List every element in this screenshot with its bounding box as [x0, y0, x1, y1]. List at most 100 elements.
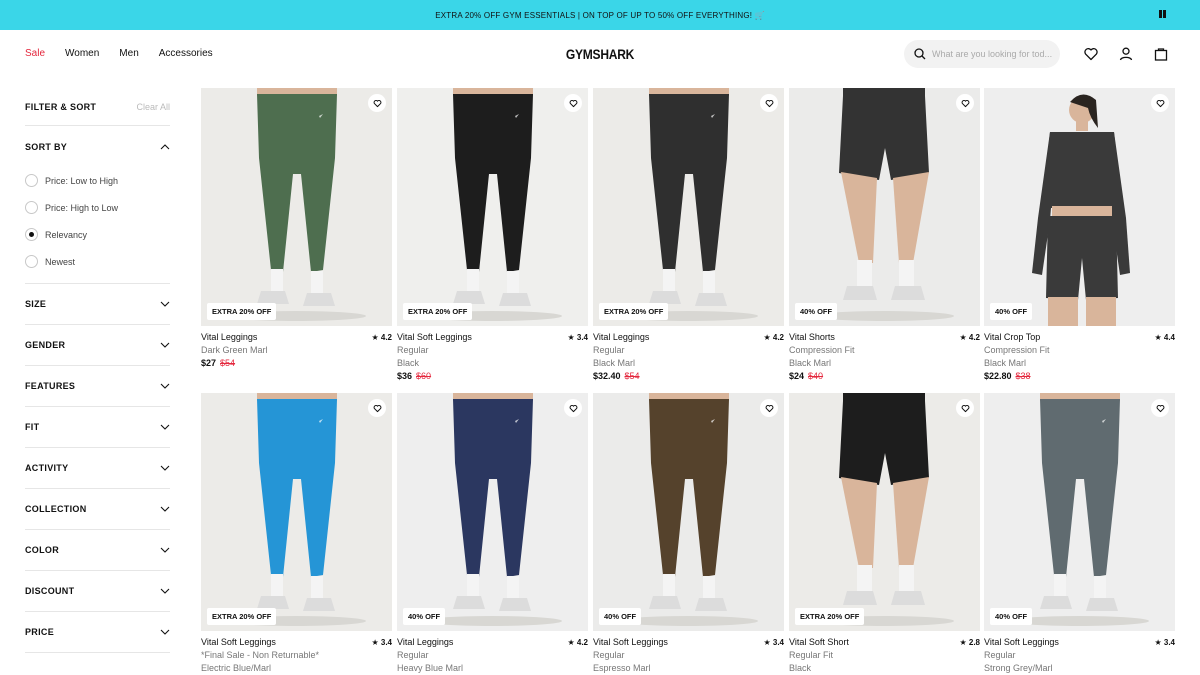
product-rating: ★ 3.4 [1154, 638, 1175, 647]
account-icon[interactable] [1118, 46, 1134, 62]
filter-label: DISCOUNT [25, 586, 75, 596]
wishlist-heart-icon[interactable] [760, 94, 778, 112]
filter-label: PRICE [25, 627, 55, 637]
site-header: Sale Women Men Accessories GYMSHARK [0, 30, 1200, 78]
clear-all-button[interactable]: Clear All [136, 102, 170, 112]
product-info: Vital Soft Leggings ★ 3.4 Regular Espresso … [593, 631, 784, 675]
product-image[interactable]: 40% OFF [789, 88, 980, 326]
product-name[interactable]: Vital Shorts [789, 331, 835, 344]
product-name[interactable]: Vital Soft Short [789, 636, 849, 649]
sort-options: Price: Low to High Price: High to Low Rele… [25, 167, 170, 275]
product-image-illustration [984, 88, 1175, 326]
product-card[interactable]: EXTRA 20% OFF Vital Soft Leggings ★ 3.4 Reg… [397, 88, 588, 383]
filter-color[interactable]: COLOR [25, 530, 170, 571]
bag-icon[interactable] [1153, 46, 1169, 62]
product-name[interactable]: Vital Leggings [201, 331, 257, 344]
product-image[interactable]: EXTRA 20% OFF [201, 88, 392, 326]
product-price: $36 $60 [397, 370, 588, 383]
product-rating: ★ 3.4 [567, 333, 588, 342]
product-image[interactable]: 40% OFF [984, 393, 1175, 631]
sort-option-label: Price: High to Low [45, 202, 119, 213]
sort-option[interactable]: Price: Low to High [25, 167, 170, 194]
wishlist-heart-icon[interactable] [1151, 94, 1169, 112]
filter-label: FEATURES [25, 381, 76, 391]
wishlist-heart-icon[interactable] [1151, 399, 1169, 417]
product-name[interactable]: Vital Leggings [593, 331, 649, 344]
filter-features[interactable]: FEATURES [25, 366, 170, 407]
filter-fit[interactable]: FIT [25, 407, 170, 448]
product-card[interactable]: EXTRA 20% OFF Vital Leggings ★ 4.2 Dark Gre… [201, 88, 392, 370]
product-color: Black [397, 358, 420, 368]
product-card[interactable]: 40% OFF Vital Leggings ★ 4.2 Regular Heavy B… [397, 393, 588, 675]
sale-price: $36 [397, 371, 413, 381]
product-info: Vital Soft Leggings ★ 3.4 Regular Strong Gr… [984, 631, 1175, 675]
radio-button[interactable] [25, 228, 38, 241]
nav-sale[interactable]: Sale [25, 48, 45, 59]
product-image-illustration [201, 393, 392, 631]
product-rating: ★ 4.2 [567, 638, 588, 647]
product-card[interactable]: EXTRA 20% OFF Vital Soft Leggings ★ 3.4 *Fi… [201, 393, 392, 675]
radio-button[interactable] [25, 255, 38, 268]
product-card[interactable]: EXTRA 20% OFF Vital Soft Short ★ 2.8 Regula… [789, 393, 980, 675]
product-name[interactable]: Vital Soft Leggings [984, 636, 1059, 649]
filter-size[interactable]: SIZE [25, 284, 170, 325]
product-card[interactable]: 40% OFF Vital Soft Leggings ★ 3.4 Regular Es… [593, 393, 784, 675]
product-rating: ★ 3.4 [371, 638, 392, 647]
filter-label: SIZE [25, 299, 47, 309]
product-image-illustration [397, 88, 588, 326]
product-name[interactable]: Vital Soft Leggings [201, 636, 276, 649]
filter-label: FIT [25, 422, 40, 432]
filter-collection[interactable]: COLLECTION [25, 489, 170, 530]
product-info: Vital Leggings ★ 4.2 Dark Green Marl $27 $54 [201, 326, 392, 370]
product-image[interactable]: 40% OFF [593, 393, 784, 631]
wishlist-icon[interactable] [1083, 46, 1099, 62]
radio-button[interactable] [25, 174, 38, 187]
filter-activity[interactable]: ACTIVITY [25, 448, 170, 489]
search-bar[interactable] [904, 40, 1060, 68]
product-card[interactable]: 40% OFF Vital Crop Top ★ 4.4 Compression Fi… [984, 88, 1175, 383]
wishlist-heart-icon[interactable] [564, 399, 582, 417]
product-name[interactable]: Vital Leggings [397, 636, 453, 649]
product-color: Black Marl [789, 358, 832, 368]
product-image[interactable]: EXTRA 20% OFF [201, 393, 392, 631]
product-name[interactable]: Vital Soft Leggings [397, 331, 472, 344]
product-card[interactable]: 40% OFF Vital Shorts ★ 4.2 Compression Fit B… [789, 88, 980, 383]
product-image[interactable]: EXTRA 20% OFF [593, 88, 784, 326]
filter-discount[interactable]: DISCOUNT [25, 571, 170, 612]
product-image[interactable]: EXTRA 20% OFF [397, 88, 588, 326]
chevron-down-icon [160, 301, 170, 307]
sort-option[interactable]: Relevancy [25, 221, 170, 248]
product-image[interactable]: EXTRA 20% OFF [789, 393, 980, 631]
original-price: $38 [1015, 371, 1031, 381]
pause-icon[interactable] [1158, 10, 1166, 19]
wishlist-heart-icon[interactable] [956, 399, 974, 417]
sort-option[interactable]: Price: High to Low [25, 194, 170, 221]
filter-price[interactable]: PRICE [25, 612, 170, 653]
product-info: Vital Soft Leggings ★ 3.4 Regular Black $36 $… [397, 326, 588, 383]
product-image-illustration [593, 393, 784, 631]
search-input[interactable] [932, 49, 1056, 59]
discount-badge: EXTRA 20% OFF [207, 608, 277, 625]
product-name[interactable]: Vital Soft Leggings [593, 636, 668, 649]
sort-by-label: SORT BY [25, 141, 68, 152]
wishlist-heart-icon[interactable] [760, 399, 778, 417]
wishlist-heart-icon[interactable] [956, 94, 974, 112]
discount-badge: 40% OFF [795, 303, 838, 320]
filter-sort-header: FILTER & SORT Clear All [25, 88, 170, 126]
sort-option[interactable]: Newest [25, 248, 170, 275]
filter-gender[interactable]: GENDER [25, 325, 170, 366]
product-info: Vital Leggings ★ 4.2 Regular Black Marl $32.… [593, 326, 784, 383]
radio-button[interactable] [25, 201, 38, 214]
product-color: Heavy Blue Marl [397, 663, 464, 673]
product-name[interactable]: Vital Crop Top [984, 331, 1040, 344]
wishlist-heart-icon[interactable] [368, 94, 386, 112]
wishlist-heart-icon[interactable] [368, 399, 386, 417]
product-image[interactable]: 40% OFF [984, 88, 1175, 326]
sort-by-toggle[interactable]: SORT BY [25, 126, 170, 167]
wishlist-heart-icon[interactable] [564, 94, 582, 112]
product-card[interactable]: EXTRA 20% OFF Vital Leggings ★ 4.2 Regular B… [593, 88, 784, 383]
product-variant: Regular Fit [789, 650, 834, 660]
product-image[interactable]: 40% OFF [397, 393, 588, 631]
product-card[interactable]: 40% OFF Vital Soft Leggings ★ 3.4 Regular St… [984, 393, 1175, 675]
discount-badge: 40% OFF [599, 608, 642, 625]
